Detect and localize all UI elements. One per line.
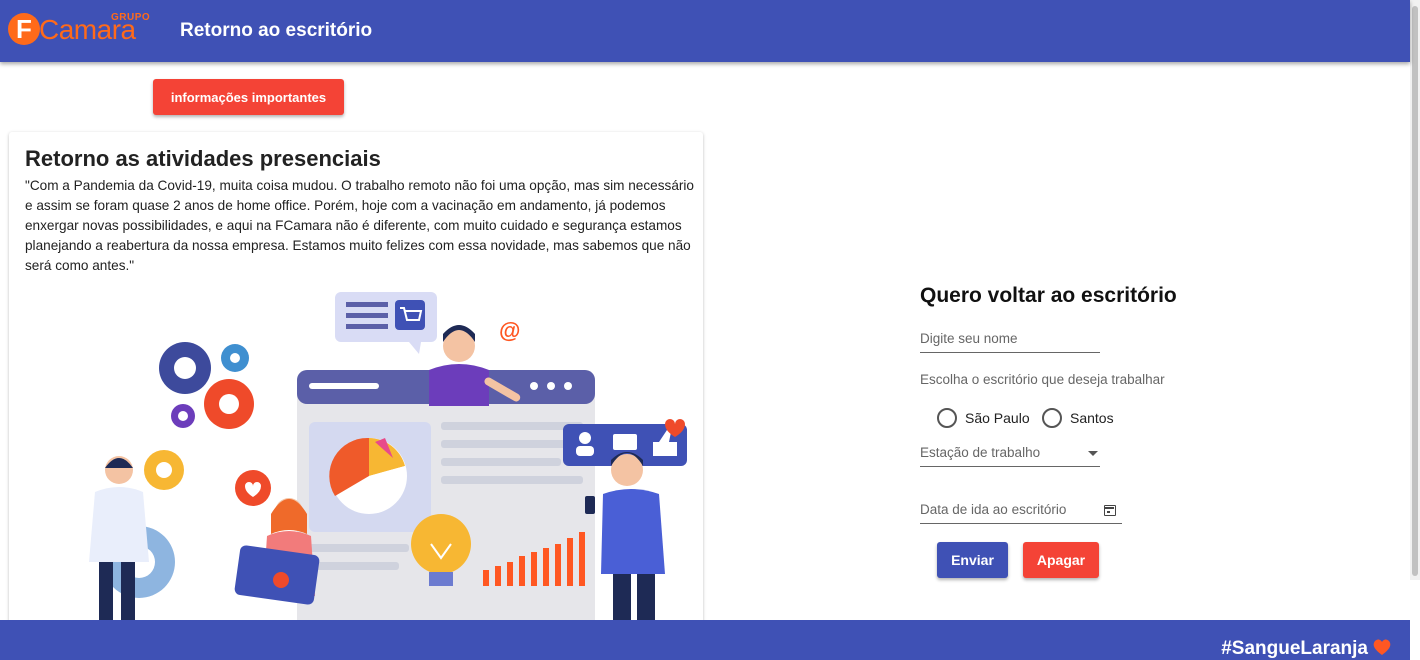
radio-sao-paulo[interactable]: São Paulo	[937, 408, 1030, 428]
return-form: Quero voltar ao escritório Escolha o esc…	[920, 280, 1210, 590]
footer-hashtag: #SangueLaranja	[1221, 638, 1368, 659]
cart-icon	[335, 292, 437, 354]
radio-label-santos: Santos	[1070, 410, 1114, 426]
name-field[interactable]	[920, 330, 1100, 353]
calendar-icon[interactable]	[1104, 505, 1116, 516]
chat-icon	[144, 450, 271, 506]
page-title: Retorno ao escritório	[180, 20, 373, 41]
date-field[interactable]: Data de ida ao escritório	[920, 501, 1122, 524]
person-right	[585, 452, 665, 622]
radio-circle[interactable]	[937, 408, 957, 428]
submit-button[interactable]: Enviar	[937, 542, 1008, 578]
radio-santos[interactable]: Santos	[1042, 408, 1114, 428]
radio-label-sao-paulo: São Paulo	[965, 410, 1030, 426]
office-return-illustration: @	[89, 292, 687, 622]
card-paragraph: "Com a Pandemia da Covid-19, muita coisa…	[25, 178, 694, 273]
logo-group-label: GRUPO	[111, 12, 151, 23]
important-info-button[interactable]: informações importantes	[153, 79, 344, 115]
app-header: F Camara GRUPO Retorno ao escritório	[0, 0, 1410, 62]
fcamara-logo[interactable]: F Camara GRUPO	[8, 8, 158, 54]
office-label: Escolha o escritório que deseja trabalha…	[920, 372, 1165, 387]
page-scrollbar[interactable]	[1410, 0, 1420, 580]
dropdown-arrow-icon[interactable]	[1088, 451, 1098, 456]
at-icon: @	[499, 318, 520, 343]
card-heading: Retorno as atividades presenciais	[25, 146, 381, 171]
form-title: Quero voltar ao escritório	[920, 284, 1177, 307]
workstation-label: Estação de trabalho	[920, 445, 1041, 460]
name-input[interactable]	[920, 331, 1100, 346]
scrollbar-thumb[interactable]	[1412, 6, 1418, 576]
heart-icon	[1373, 639, 1391, 655]
logo-f-mark: F	[8, 13, 40, 45]
date-label: Data de ida ao escritório	[920, 502, 1067, 517]
clear-button[interactable]: Apagar	[1023, 542, 1099, 578]
return-info-card: Retorno as atividades presenciais "Com a…	[9, 132, 703, 632]
radio-circle[interactable]	[1042, 408, 1062, 428]
app-footer: #SangueLaranja	[0, 620, 1410, 660]
workstation-select[interactable]: Estação de trabalho	[920, 444, 1100, 467]
